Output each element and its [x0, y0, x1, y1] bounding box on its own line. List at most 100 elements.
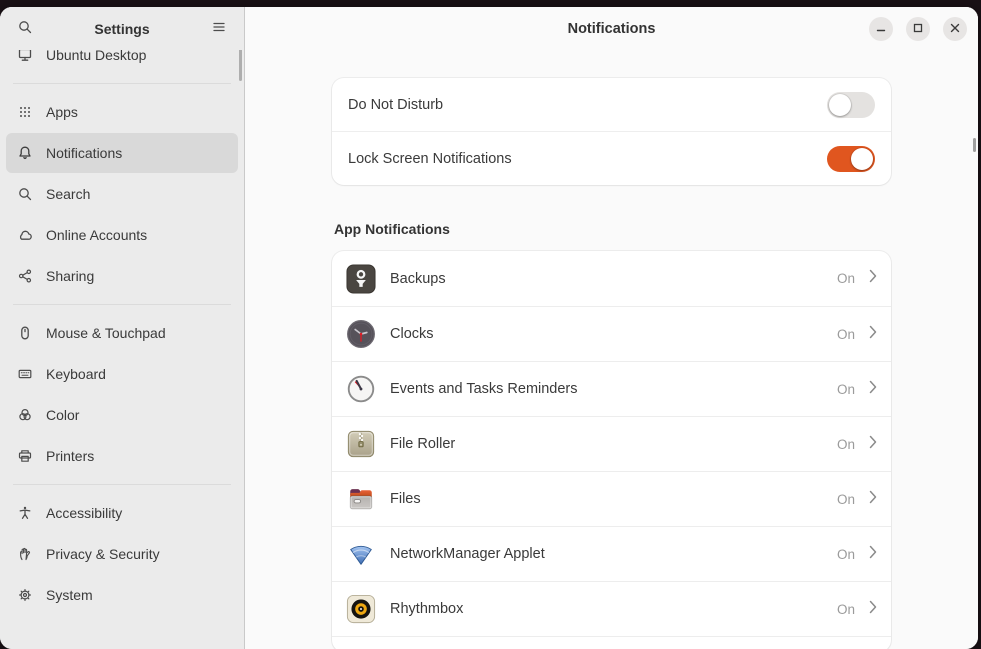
sidebar-item-privacy-security[interactable]: Privacy & Security	[6, 534, 238, 574]
maximize-icon	[913, 21, 923, 36]
sidebar-item-ubuntu-desktop[interactable]: Ubuntu Desktop	[6, 50, 238, 75]
keyboard-icon	[17, 366, 33, 382]
accessibility-icon	[17, 505, 33, 521]
sidebar-item-label: Privacy & Security	[46, 546, 160, 562]
do-not-disturb-row[interactable]: Do Not Disturb	[332, 78, 891, 131]
minimize-icon	[876, 21, 886, 36]
do-not-disturb-label: Do Not Disturb	[348, 97, 443, 113]
lock-screen-notifications-row[interactable]: Lock Screen Notifications	[332, 131, 891, 185]
sidebar-item-label: Online Accounts	[46, 227, 147, 243]
ubuntu-desktop-icon	[17, 50, 33, 63]
app-status: On	[837, 547, 855, 562]
app-name: NetworkManager Applet	[390, 546, 823, 562]
sidebar-item-label: Apps	[46, 104, 78, 120]
sidebar-divider	[13, 304, 231, 305]
cloud-icon	[17, 227, 33, 243]
content-scrollbar[interactable]	[973, 138, 976, 152]
app-status: On	[837, 437, 855, 452]
sidebar-item-notifications[interactable]: Notifications	[6, 133, 238, 173]
backups-app-icon	[346, 264, 376, 294]
app-name: Files	[390, 491, 823, 507]
sidebar-item-system[interactable]: System	[6, 575, 238, 615]
do-not-disturb-toggle[interactable]	[827, 92, 875, 118]
sidebar-item-mouse-touchpad[interactable]: Mouse & Touchpad	[6, 313, 238, 353]
app-row-file-roller[interactable]: File Roller On	[332, 416, 891, 471]
app-name: Events and Tasks Reminders	[390, 381, 823, 397]
chevron-right-icon	[869, 545, 877, 564]
notifications-content: Do Not Disturb Lock Screen Notifications…	[245, 50, 978, 649]
hand-icon	[17, 546, 33, 562]
main-pane: Notifications	[245, 7, 978, 649]
sidebar-item-label: Search	[46, 186, 90, 202]
chevron-right-icon	[869, 490, 877, 509]
sidebar-item-label: Mouse & Touchpad	[46, 325, 166, 341]
rhythmbox-app-icon	[346, 594, 376, 624]
sidebar-list: Ubuntu Desktop Apps	[0, 50, 244, 649]
mouse-icon	[17, 325, 33, 341]
files-app-icon	[346, 484, 376, 514]
chevron-right-icon	[869, 269, 877, 288]
sidebar-item-search[interactable]: Search	[6, 174, 238, 214]
printer-icon	[17, 448, 33, 464]
sidebar-item-accessibility[interactable]: Accessibility	[6, 493, 238, 533]
window-controls	[869, 17, 967, 41]
settings-window: Settings Ubuntu Desktop	[0, 7, 978, 649]
chevron-right-icon	[869, 435, 877, 454]
menu-button[interactable]	[204, 14, 234, 44]
main-headerbar: Notifications	[245, 7, 978, 50]
share-icon	[17, 268, 33, 284]
maximize-button[interactable]	[906, 17, 930, 41]
app-name: Backups	[390, 271, 823, 287]
lock-screen-notifications-label: Lock Screen Notifications	[348, 151, 512, 167]
hamburger-menu-icon	[211, 19, 227, 38]
app-status: On	[837, 602, 855, 617]
app-name: File Roller	[390, 436, 823, 452]
apps-grid-icon	[17, 104, 33, 120]
sidebar-item-apps[interactable]: Apps	[6, 92, 238, 132]
sidebar-item-label: Sharing	[46, 268, 94, 284]
chevron-right-icon	[869, 380, 877, 399]
bell-icon	[17, 145, 33, 161]
minimize-button[interactable]	[869, 17, 893, 41]
app-status: On	[837, 271, 855, 286]
sidebar-item-sharing[interactable]: Sharing	[6, 256, 238, 296]
app-notifications-card: Backups On	[332, 251, 891, 649]
network-wifi-app-icon	[346, 539, 376, 569]
search-button[interactable]	[10, 14, 40, 44]
sidebar-item-label: System	[46, 587, 93, 603]
file-roller-app-icon	[346, 429, 376, 459]
sidebar-scrollbar[interactable]	[239, 50, 242, 81]
chevron-right-icon	[869, 600, 877, 619]
clocks-app-icon	[346, 319, 376, 349]
gear-icon	[17, 587, 33, 603]
app-row-partial[interactable]	[332, 636, 891, 649]
app-row-rhythmbox[interactable]: Rhythmbox On	[332, 581, 891, 636]
app-name: Clocks	[390, 326, 823, 342]
app-row-networkmanager-applet[interactable]: NetworkManager Applet On	[332, 526, 891, 581]
sidebar-item-printers[interactable]: Printers	[6, 436, 238, 476]
app-row-clocks[interactable]: Clocks On	[332, 306, 891, 361]
app-status: On	[837, 382, 855, 397]
app-row-files[interactable]: Files On	[332, 471, 891, 526]
close-icon	[950, 21, 960, 36]
global-toggles-card: Do Not Disturb Lock Screen Notifications	[332, 78, 891, 185]
app-row-events-tasks-reminders[interactable]: Events and Tasks Reminders On	[332, 361, 891, 416]
sidebar-item-label: Printers	[46, 448, 94, 464]
section-title: App Notifications	[334, 221, 889, 237]
sidebar-item-color[interactable]: Color	[6, 395, 238, 435]
sidebar-item-label: Keyboard	[46, 366, 106, 382]
app-status: On	[837, 327, 855, 342]
toggle-knob	[851, 148, 873, 170]
color-wheel-icon	[17, 407, 33, 423]
sidebar-item-label: Accessibility	[46, 505, 122, 521]
sidebar-item-online-accounts[interactable]: Online Accounts	[6, 215, 238, 255]
app-status: On	[837, 492, 855, 507]
app-name: Rhythmbox	[390, 601, 823, 617]
sidebar-item-label: Color	[46, 407, 79, 423]
sidebar-item-label: Notifications	[46, 145, 122, 161]
sidebar-divider	[13, 83, 231, 84]
sidebar-item-keyboard[interactable]: Keyboard	[6, 354, 238, 394]
lock-screen-notifications-toggle[interactable]	[827, 146, 875, 172]
app-row-backups[interactable]: Backups On	[332, 251, 891, 306]
close-button[interactable]	[943, 17, 967, 41]
